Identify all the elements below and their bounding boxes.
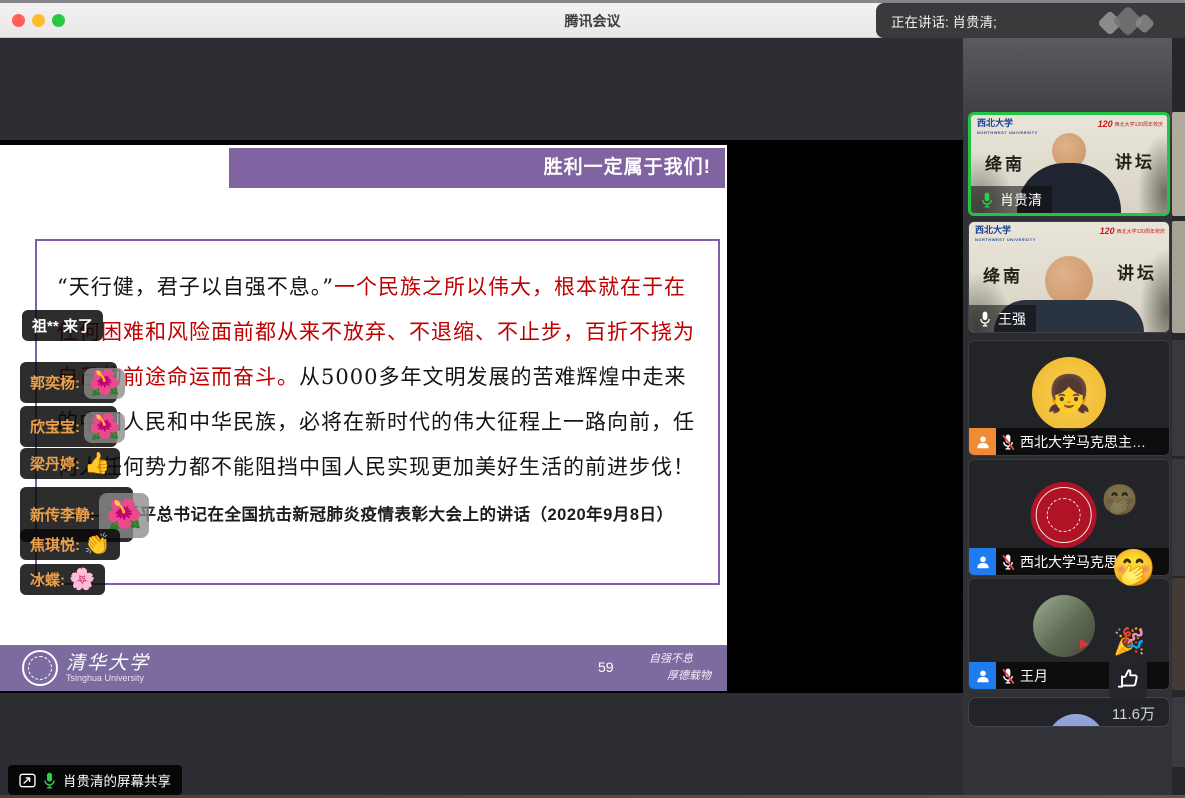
mic-on-icon (43, 772, 56, 789)
share-label-text: 肖贵清的屏幕共享 (63, 770, 171, 790)
slide-page-number: 59 (598, 659, 614, 675)
backdrop-calligraphy-right: 讲坛 (1117, 259, 1157, 284)
participant-name: 王强 (998, 309, 1026, 329)
motto-line-1: 自强不息 (649, 650, 711, 667)
active-speaker-banner: 正在讲话: 肖贵清; (876, 3, 1185, 38)
next-column-sliver (1172, 38, 1185, 798)
member-badge-icon (969, 428, 996, 455)
northwest-university-logo: 西北大学 NORTHWEST UNIVERSITY (975, 226, 1036, 244)
chat-sender: 新传李静: (30, 504, 95, 525)
participants-video-sidebar[interactable]: 西北大学 NORTHWEST UNIVERSITY 120 西北大学120周年校… (963, 38, 1185, 798)
meeting-watermark-logo-icon (1099, 8, 1161, 36)
backdrop-calligraphy-left: 绛南 (985, 150, 1025, 175)
flower-emoji: 🌺 (84, 412, 125, 443)
chat-message: 梁丹婷: 👍 (20, 448, 120, 479)
mic-muted-icon (1002, 554, 1014, 570)
video-tile-xiaoguiqing[interactable]: 西北大学 NORTHWEST UNIVERSITY 120 西北大学120周年校… (968, 112, 1170, 216)
participant-name: 王月 (1020, 666, 1048, 686)
backdrop-calligraphy-left: 绛南 (983, 262, 1023, 287)
avatar: 👧 (1032, 357, 1106, 431)
video-tile-wangqiang[interactable]: 西北大学 NORTHWEST UNIVERSITY 120 西北大学120周年校… (968, 221, 1170, 333)
screen-share-region: 胜利一定属于我们! “天行健，君子以自强不息。”一个民族之所以伟大，根本就在于在… (0, 140, 963, 693)
speaker-head (1045, 256, 1093, 306)
motto-line-2: 厚德载物 (649, 667, 711, 684)
chat-sender: 欣宝宝: (30, 416, 80, 437)
avatar-partial (1047, 714, 1105, 727)
tsinghua-seal-icon (22, 650, 58, 686)
backdrop-calligraphy-right: 讲坛 (1115, 148, 1155, 173)
mic-muted-icon (1002, 434, 1014, 450)
chat-message: 郭奕杨: 🌺 (20, 362, 117, 403)
thumbs-up-emoji: 👍 (84, 453, 110, 474)
chat-message: 欣宝宝: 🌺 (20, 406, 117, 447)
chat-sender: 焦琪悦: (30, 534, 80, 555)
anniversary-banner: 120 西北大学120周年校庆 (1098, 119, 1163, 129)
active-speaker-label: 正在讲话: 肖贵清; (891, 11, 997, 31)
chat-message: 冰蝶: 🌸 (20, 564, 105, 595)
like-count: 11.6万 (1112, 703, 1155, 724)
chat-message: 焦琪悦: 👏 (20, 529, 120, 560)
shy-emoji: 🤭 (1101, 486, 1138, 516)
thumbs-up-icon (1115, 665, 1141, 691)
screen-share-icon (19, 773, 36, 788)
blossom-emoji: 🌸 (69, 569, 95, 590)
slide-title-bar: 胜利一定属于我们! (229, 148, 725, 188)
university-name-cn: 清华大学 (66, 648, 150, 675)
slide-footer-bar: 清华大学 Tsinghua University 59 自强不息 厚德载物 (0, 645, 727, 691)
chat-system-message: 祖** 来了 (22, 310, 103, 341)
quote-opening: “天行健，君子以自强不息。” (57, 275, 334, 299)
mic-speaking-icon (981, 192, 993, 208)
university-motto: 自强不息 厚德载物 (649, 650, 711, 684)
chat-system-text: 祖** 来了 (32, 315, 93, 336)
participant-name: 肖贵清 (1000, 190, 1042, 210)
video-tile-nwu-marxism-1[interactable]: 👧 西北大学马克思主… (968, 340, 1170, 456)
mic-muted-icon (1002, 668, 1014, 684)
mic-on-icon (979, 311, 991, 327)
university-name-en: Tsinghua University (66, 673, 144, 683)
shy-emoji: 🤭 (1111, 550, 1156, 586)
chat-sender: 梁丹婷: (30, 453, 80, 474)
participant-name-bar: 王强 (969, 305, 1036, 332)
participant-name: 西北大学马克思主… (1020, 432, 1146, 452)
party-popper-emoji: 🎉 (1113, 628, 1145, 654)
clap-emoji: 👏 (84, 534, 110, 555)
screen-share-status-label: 肖贵清的屏幕共享 (8, 765, 182, 795)
avatar (1033, 595, 1095, 657)
participant-name-bar: 西北大学马克思主… (969, 428, 1169, 455)
video-tile-partial[interactable]: 11.6万 (968, 697, 1170, 727)
anniversary-banner: 120 西北大学120周年校庆 (1100, 226, 1165, 236)
thumbs-up-reaction-button[interactable] (1109, 656, 1147, 700)
quote-text: “天行健，君子以自强不息。”一个民族之所以伟大，根本就在于在任何困难和风险面前都… (37, 241, 718, 490)
member-badge-icon (969, 662, 996, 689)
chat-sender: 郭奕杨: (30, 372, 80, 393)
northwest-university-logo: 西北大学 NORTHWEST UNIVERSITY (977, 119, 1038, 137)
member-badge-icon (969, 548, 996, 575)
participant-name-bar: 肖贵清 (971, 186, 1052, 213)
chat-sender: 冰蝶: (30, 569, 65, 590)
university-seal-avatar (1031, 482, 1097, 548)
flower-emoji: 🌺 (84, 368, 125, 399)
